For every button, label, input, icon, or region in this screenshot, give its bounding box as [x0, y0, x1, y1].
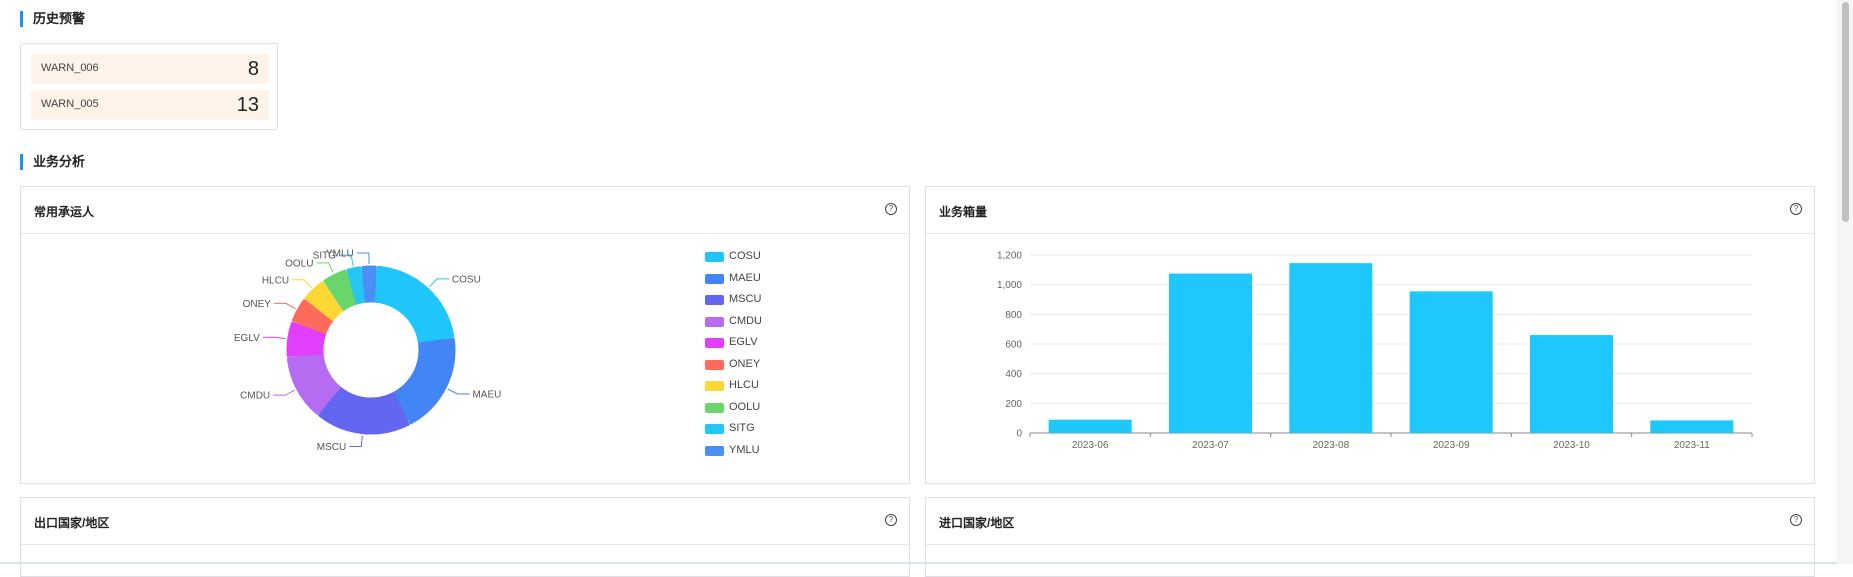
y-tick-label: 1,200: [997, 251, 1022, 262]
pie-slice-maeu[interactable]: [393, 338, 456, 425]
export-panel: 出口国家/地区 ?: [20, 497, 910, 577]
y-tick-label: 600: [1005, 340, 1022, 351]
panel-title: 出口国家/地区: [34, 516, 110, 530]
panel-header: 出口国家/地区 ?: [21, 498, 909, 545]
pie-label-oney: ONEY: [243, 299, 272, 310]
pie-label-maeu: MAEU: [472, 389, 501, 400]
pie-label-eglv: EGLV: [234, 333, 260, 344]
question-circle-icon[interactable]: ?: [885, 514, 897, 526]
pie-label-line: [292, 279, 313, 289]
legend-swatch: [705, 359, 724, 370]
panel-header: 业务箱量 ?: [926, 187, 1814, 234]
legend-swatch: [705, 381, 724, 391]
scrollbar-thumb[interactable]: [1842, 2, 1849, 222]
panel-title: 进口国家/地区: [939, 516, 1015, 530]
business-analysis-title: 业务分析: [20, 154, 85, 170]
bar-2023-06[interactable]: [1048, 419, 1132, 433]
panel-title: 常用承运人: [34, 205, 95, 219]
legend-label: HLCU: [729, 379, 759, 391]
pie-label-line: [356, 252, 370, 265]
warning-label: WARN_005: [41, 98, 99, 110]
x-tick-label: 2023-10: [1553, 440, 1590, 451]
legend-label: ONEY: [729, 357, 761, 370]
legend-label: OOLU: [729, 400, 761, 413]
pie-label-line: [447, 388, 470, 395]
panel-header: 常用承运人 ?: [21, 187, 909, 234]
legend-label: SITG: [729, 422, 755, 434]
volume-bar-chart: 0 200 400 600 800 1,000 1,200 2023-06 2023-07 202…: [997, 251, 1753, 451]
warning-item[interactable]: WARN_005 13: [31, 90, 269, 120]
legend-label: MSCU: [729, 293, 762, 305]
legend-swatch: [705, 445, 724, 456]
x-tick-label: 2023-07: [1192, 440, 1229, 451]
pie-label-hlcu: HLCU: [262, 275, 289, 286]
y-tick-label: 1,000: [997, 280, 1022, 291]
panel-title: 业务箱量: [939, 205, 988, 219]
history-warning-box: WARN_006 8 WARN_005 13: [20, 43, 278, 130]
warning-count: 13: [236, 94, 259, 116]
legend-swatch: [705, 402, 724, 413]
legend-label: YMLU: [729, 443, 760, 456]
y-tick-label: 400: [1005, 369, 1022, 380]
legend-swatch: [705, 316, 724, 327]
legend-swatch: [705, 252, 724, 262]
question-circle-icon[interactable]: ?: [1790, 514, 1802, 526]
y-tick-label: 800: [1005, 310, 1022, 321]
pie-label-line: [273, 389, 296, 396]
legend-label: EGLV: [729, 336, 758, 348]
pie-label-mscu: MSCU: [317, 442, 346, 453]
legend-label: CMDU: [729, 314, 762, 327]
pie-label-line: [262, 336, 286, 340]
import-panel: 进口国家/地区 ?: [925, 497, 1815, 577]
pie-label-cosu: COSU: [452, 274, 481, 285]
pie-label-oolu: OOLU: [285, 258, 313, 269]
pie-label-cmdu: CMDU: [240, 391, 270, 402]
legend-swatch: [705, 295, 724, 305]
bar-2023-08[interactable]: [1289, 263, 1373, 433]
y-tick-label: 200: [1005, 399, 1022, 410]
x-tick-label: 2023-09: [1433, 440, 1470, 451]
bar-2023-07[interactable]: [1168, 273, 1253, 433]
pie-slice-ymlu[interactable]: [361, 265, 377, 303]
question-circle-icon[interactable]: ?: [885, 203, 897, 215]
carriers-donut-chart: COSUMAEUMSCUCMDUEGLVONEYHLCUOOLUSITGYMLU: [234, 249, 501, 453]
pie-label-line: [349, 435, 363, 448]
warning-count: 8: [247, 58, 259, 80]
legend-swatch: [705, 273, 724, 284]
legend-label: COSU: [729, 250, 761, 262]
x-tick-label: 2023-06: [1072, 440, 1109, 451]
legend-swatch: [705, 338, 724, 348]
warning-label: WARN_006: [41, 62, 99, 74]
pie-label-line: [273, 302, 296, 310]
warning-item[interactable]: WARN_006 8: [31, 54, 269, 84]
pie-label-line: [316, 262, 334, 273]
bar-2023-10[interactable]: [1529, 335, 1614, 433]
legend-swatch: [705, 424, 724, 434]
x-tick-label: 2023-11: [1674, 440, 1710, 451]
history-warning-title: 历史预警: [20, 11, 85, 27]
bar-2023-11[interactable]: [1650, 420, 1734, 433]
carriers-panel: 常用承运人 ? COSU MAEU MSCU CMDU EGLV ONEY HLCU OOLU…: [20, 186, 910, 484]
pie-label-ymlu: YMLU: [326, 249, 354, 260]
pie-label-line: [429, 278, 449, 288]
legend-label: MAEU: [729, 271, 761, 284]
volume-panel: 业务箱量 ? 0 200 400 600 800 1,000 1,200 2023-06 202…: [925, 186, 1815, 484]
y-tick-label: 0: [1016, 429, 1022, 440]
scrollbar[interactable]: [1837, 0, 1853, 564]
panel-header: 进口国家/地区 ?: [926, 498, 1814, 545]
bar-2023-09[interactable]: [1409, 291, 1493, 433]
question-circle-icon[interactable]: ?: [1790, 203, 1802, 215]
x-tick-label: 2023-08: [1312, 440, 1349, 451]
